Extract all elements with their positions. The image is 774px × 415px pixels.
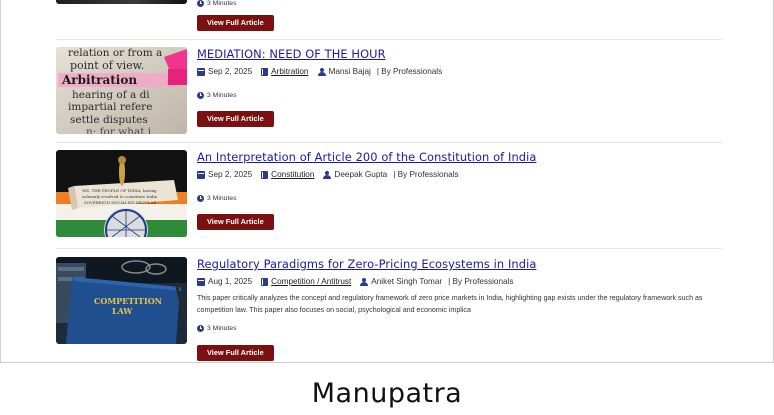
article-date: Sep 2, 2025 — [208, 67, 253, 76]
read-time: 3 Minutes — [197, 92, 722, 99]
thumb-text-line: COMPETITION — [94, 296, 162, 306]
thumb-text-line: n; for what i — [86, 126, 152, 134]
clock-icon — [197, 325, 204, 332]
brand-caption: Manupatra — [311, 378, 463, 409]
previous-article-read-time: 3 Minutes — [197, 0, 236, 7]
read-time-label: 3 Minutes — [207, 0, 237, 7]
read-time: 3 Minutes — [197, 195, 722, 202]
thumb-text-line: WE, THE PEOPLE OF INDIA, having — [82, 188, 157, 193]
calendar-icon — [197, 170, 205, 179]
thumb-text-line: hearing of a di — [72, 89, 150, 101]
thumb-text-line: SOVEREIGN SOCIALIST SECULAR — [84, 200, 157, 205]
byline: | By Professionals — [393, 170, 459, 179]
divider — [56, 39, 722, 40]
user-icon — [360, 277, 369, 286]
constitution-scroll-flag-image: WE, THE PEOPLE OF INDIA, having solemnly… — [56, 150, 187, 237]
previous-article-thumbnail[interactable] — [56, 0, 187, 4]
category-link[interactable]: Constitution — [271, 170, 314, 179]
clock-icon — [197, 195, 204, 202]
competition-law-book-image: COMPETITION LAW — [56, 257, 187, 344]
divider — [56, 248, 722, 249]
article-thumbnail-competition-law[interactable]: COMPETITION LAW — [56, 257, 187, 344]
article-date: Sep 2, 2025 — [208, 170, 253, 179]
view-full-article-button[interactable]: View Full Article — [197, 15, 274, 31]
book-icon — [261, 277, 269, 286]
thumb-text-line: impartial refere — [68, 101, 152, 113]
read-time: 3 Minutes — [197, 325, 722, 332]
view-full-article-button[interactable]: View Full Article — [197, 214, 274, 230]
byline: | By Professionals — [448, 277, 514, 286]
view-full-article-button[interactable]: View Full Article — [197, 345, 274, 361]
byline: | By Professionals — [376, 67, 443, 76]
calendar-icon — [197, 67, 205, 76]
article-list-panel: 3 Minutes View Full Article relation or … — [0, 0, 774, 363]
article-thumbnail-constitution[interactable]: WE, THE PEOPLE OF INDIA, having solemnly… — [56, 150, 187, 237]
category-link[interactable]: Competition / Antitrust — [271, 277, 351, 286]
clock-icon — [197, 0, 204, 7]
author-name: Deepak Gupta — [334, 170, 388, 179]
author-name: Mansi Bajaj — [328, 67, 371, 76]
user-icon — [323, 170, 332, 179]
arbitration-dictionary-image: relation or from a point of view. Arbitr… — [56, 47, 187, 134]
article-title-link[interactable]: An Interpretation of Article 200 of the … — [197, 150, 722, 164]
article-date: Aug 1, 2025 — [208, 277, 253, 286]
read-time-label: 3 Minutes — [207, 92, 237, 99]
calendar-icon — [197, 277, 205, 286]
thumb-text-line: Arbitration — [61, 73, 137, 87]
book-icon — [261, 170, 269, 179]
divider — [56, 142, 722, 143]
article-meta: Sep 2, 2025 Constitution Deepak Gupta | … — [197, 170, 722, 179]
view-full-article-button[interactable]: View Full Article — [197, 111, 274, 127]
article-meta: Aug 1, 2025 Competition / Antitrust Anik… — [197, 277, 722, 286]
article-description: This paper critically analyzes the conce… — [197, 294, 703, 314]
read-time-label: 3 Minutes — [207, 195, 237, 202]
category-link[interactable]: Arbitration — [271, 67, 308, 76]
thumb-text-line: point of view. — [70, 59, 144, 72]
read-time-label: 3 Minutes — [207, 325, 237, 332]
article-title-link[interactable]: MEDIATION: NEED OF THE HOUR — [197, 47, 722, 61]
book-icon — [261, 67, 269, 76]
clock-icon — [197, 92, 204, 99]
article-meta: Sep 2, 2025 Arbitration Mansi Bajaj | By… — [197, 67, 722, 76]
thumb-text-line: relation or from a — [68, 47, 162, 59]
author-name: Aniket Singh Tomar — [371, 277, 443, 286]
user-icon — [317, 67, 326, 76]
article-thumbnail-arbitration[interactable]: relation or from a point of view. Arbitr… — [56, 47, 187, 134]
thumb-text-line: settle disputes — [70, 114, 148, 126]
article-title-link[interactable]: Regulatory Paradigms for Zero-Pricing Ec… — [197, 257, 722, 271]
thumb-text-line: solemnly resolved to constitute India — [82, 194, 158, 199]
thumb-text-line: LAW — [112, 306, 133, 316]
